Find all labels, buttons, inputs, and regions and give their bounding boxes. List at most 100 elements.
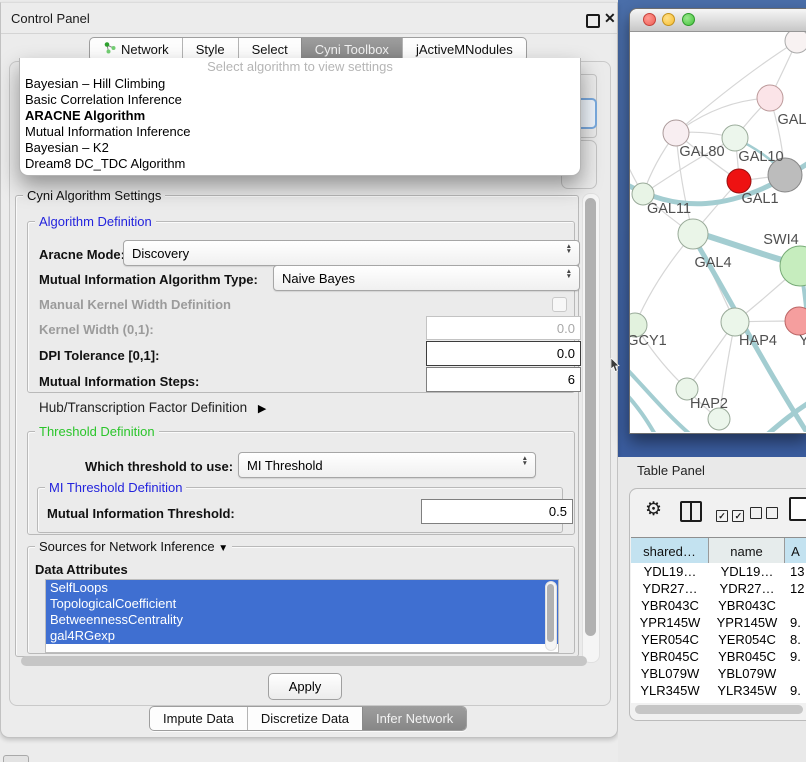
network-canvas-svg: GALGAL80GAL10GAL1GAL11GAL4SWI4GCY1HAP4YH… [630,32,806,432]
table-row[interactable]: YDR27…YDR27…12 [631,580,806,597]
screen: Control Panel ✕ NetworkStyleSelectCyni T… [0,0,806,762]
apply-button[interactable]: Apply [268,673,342,700]
algorithm-option[interactable]: ARACNE Algorithm [20,108,580,124]
network-node-gal1[interactable] [727,169,751,193]
table-cell: YBR045C [631,648,709,665]
stepper-arrows-icon: ▲▼ [566,244,572,254]
network-node-gal10[interactable] [722,125,748,151]
attribute-item[interactable]: SelfLoops [46,580,558,596]
mi-threshold-field[interactable]: 0.5 [421,499,573,524]
stepper-arrows-icon: ▲▼ [522,456,528,466]
table-cell: 9. [785,614,806,631]
split-columns-icon[interactable] [680,501,702,522]
aracne-mode-combo[interactable]: Discovery ▲▼ [123,240,580,266]
algorithm-option[interactable]: Basic Correlation Inference [20,92,580,108]
attribute-item[interactable]: gal4RGexp [46,628,558,644]
algorithm-option[interactable]: Mutual Information Inference [20,124,580,140]
close-icon[interactable]: ✕ [604,10,616,27]
mi-steps-label: Mutual Information Steps: [39,374,199,389]
kernel-width-label: Kernel Width (0,1): [39,322,154,337]
table-container: ⚙ ✓ ✓ shared…nameA YDL19…YDL19…13YDR27…Y… [629,488,806,721]
table-header-cell[interactable]: shared… [631,538,709,564]
attributes-scrollbar[interactable] [545,581,557,651]
network-node-y[interactable] [785,307,806,335]
network-node[interactable] [785,32,806,53]
table-cell: YIL052C [631,699,709,703]
table-row[interactable]: YDL19…YDL19…13 [631,563,806,580]
kernel-width-field[interactable]: 0.0 [426,316,581,340]
network-node-label: SWI4 [763,232,798,248]
which-threshold-value: MI Threshold [247,458,323,473]
table-row[interactable]: YIL052CYIL052C9 [631,699,806,703]
sources-group-title[interactable]: Sources for Network Inference ▼ [35,539,232,554]
algorithm-option[interactable]: Dream8 DC_TDC Algorithm [20,156,580,172]
mi-steps-field[interactable]: 6 [426,367,581,392]
data-attributes-list[interactable]: SelfLoopsTopologicalCoefficientBetweenne… [45,579,559,653]
collapsed-panel-button[interactable] [3,755,29,762]
attribute-item[interactable]: BetweennessCentrality [46,612,558,628]
table-header-cell[interactable]: name [709,538,785,564]
cyni-settings-group-title: Cyni Algorithm Settings [23,188,165,203]
aracne-mode-value: Discovery [132,246,189,261]
table-row[interactable]: YER054CYER054C8. [631,631,806,648]
attribute-item[interactable]: TopologicalCoefficient [46,596,558,612]
table-header-row: shared…nameA [631,537,806,565]
network-node-gal80[interactable] [663,120,689,146]
network-view-window: GALGAL80GAL10GAL1GAL11GAL4SWI4GCY1HAP4YH… [629,8,806,434]
data-attributes-label: Data Attributes [35,562,128,577]
network-edge[interactable] [635,234,693,325]
network-node-hap4[interactable] [721,308,749,336]
hub-definition-label: Hub/Transcription Factor Definition [39,400,247,415]
tab-infer-network[interactable]: Infer Network [362,707,466,730]
network-node-label: HAP4 [739,333,777,349]
network-canvas[interactable]: GALGAL80GAL10GAL1GAL11GAL4SWI4GCY1HAP4YH… [630,32,806,432]
algorithm-dropdown[interactable]: Select algorithm to view settings Bayesi… [19,58,581,176]
control-panel-window: Control Panel ✕ NetworkStyleSelectCyni T… [0,2,618,738]
table-row[interactable]: YBR045CYBR045C9. [631,648,806,665]
settings-horizontal-scrollbar[interactable] [21,656,587,666]
network-window-titlebar[interactable] [630,9,806,32]
gear-icon[interactable]: ⚙ [645,500,662,519]
float-window-icon[interactable] [586,14,600,28]
close-traffic-light[interactable] [643,13,656,26]
table-row[interactable]: YLR345WYLR345W9. [631,682,806,699]
mi-threshold-group-title: MI Threshold Definition [45,480,186,495]
which-threshold-combo[interactable]: MI Threshold ▲▼ [238,452,536,478]
tab-label: Discretize Data [261,707,349,730]
minimize-traffic-light[interactable] [662,13,675,26]
table-row[interactable]: YPR145WYPR145W9. [631,614,806,631]
network-node-gal[interactable] [757,85,783,111]
zoom-traffic-light[interactable] [682,13,695,26]
threshold-definition-title: Threshold Definition [35,424,159,439]
network-node-gal4[interactable] [678,219,708,249]
table-cell: YBR045C [709,648,785,665]
table-cell: YER054C [631,631,709,648]
chevron-right-icon: ▶ [258,402,266,415]
show-columns-icon[interactable]: ✓ ✓ [716,506,744,524]
chevron-down-icon: ▼ [218,541,228,556]
algorithm-option[interactable]: Bayesian – K2 [20,140,580,156]
algorithm-option[interactable]: Bayesian – Hill Climbing [20,76,580,92]
stepper-arrows-icon: ▲▼ [566,269,572,279]
table-panel-title: Table Panel [637,463,705,478]
manual-kernel-checkbox[interactable] [552,297,567,312]
network-edge[interactable] [676,98,770,133]
tab-impute-data[interactable]: Impute Data [150,707,247,730]
dpi-tolerance-field[interactable]: 0.0 [426,341,581,366]
algorithm-dropdown-placeholder: Select algorithm to view settings [20,58,580,76]
hub-definition-toggle[interactable]: Hub/Transcription Factor Definition ▶ [39,400,266,415]
table-row[interactable]: YBR043CYBR043C [631,597,806,614]
tab-discretize-data[interactable]: Discretize Data [247,707,362,730]
document-icon[interactable] [789,497,806,521]
hide-columns-icon[interactable] [750,506,778,524]
tab-label: Infer Network [376,707,453,730]
cyni-bottom-tabs: Impute Data Discretize Data Infer Network [149,706,467,731]
manual-kernel-label: Manual Kernel Width Definition [39,297,231,312]
table-row[interactable]: YBL079WYBL079W [631,665,806,682]
settings-vertical-scrollbar[interactable] [582,193,600,663]
table-horizontal-scrollbar[interactable] [635,705,803,714]
mi-type-combo[interactable]: Naive Bayes ▲▼ [273,265,580,291]
table-header-cell[interactable]: A [785,538,806,564]
network-edge-highlighted[interactable] [768,402,806,432]
table-cell: YLR345W [709,682,785,699]
